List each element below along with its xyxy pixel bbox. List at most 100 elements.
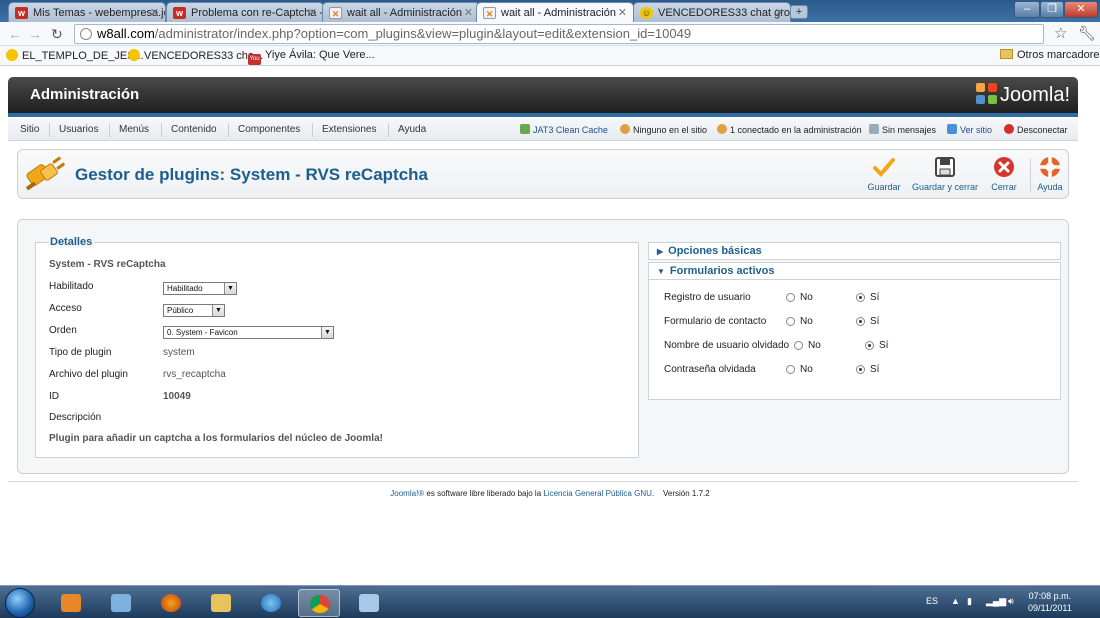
radio-yes-label: Sí (870, 292, 880, 303)
view-site-link[interactable]: Ver sitio (947, 124, 992, 135)
cache-icon (520, 124, 530, 134)
close-window-button[interactable]: ✕ (1064, 1, 1098, 18)
tab-title: wait all - Administración (501, 7, 616, 19)
jat3-clean-cache-link[interactable]: JAT3 Clean Cache (520, 124, 608, 135)
messages-status[interactable]: Sin mensajes (869, 124, 936, 135)
plugin-type-value: system (163, 347, 195, 358)
back-icon[interactable]: ← (8, 26, 22, 42)
basic-options-toggle[interactable]: ▶ Opciones básicas (648, 242, 1061, 260)
close-icon[interactable]: ✕ (150, 6, 159, 19)
close-icon[interactable]: ✕ (775, 6, 784, 19)
users-icon (620, 124, 630, 134)
logout-link[interactable]: Desconectar (1004, 124, 1068, 135)
joomla-link[interactable]: Joomla!® (390, 489, 424, 498)
menu-contenido[interactable]: Contenido (171, 124, 217, 135)
admin-users-status: 1 conectado en la administración (717, 124, 862, 135)
signal-icon[interactable]: ▂▄▆ (986, 596, 1006, 607)
active-forms-toggle[interactable]: ▼ Formularios activos (648, 262, 1061, 280)
taskbar-chrome[interactable] (298, 589, 340, 617)
option-label: Nombre de usuario olvidado (664, 340, 790, 351)
network-icon[interactable]: ▮ (967, 596, 972, 607)
radio-no[interactable] (786, 317, 795, 326)
browser-tab[interactable]: ☺ VENCEDORES33 chat group ✕ (633, 2, 791, 22)
new-tab-button[interactable]: + (790, 5, 808, 19)
order-label: Orden (49, 325, 77, 336)
taskbar-internet-explorer[interactable] (250, 589, 292, 617)
joomla-admin-page: Administración Joomla! Sitio Usuarios Me… (0, 67, 1100, 585)
access-select[interactable]: Público ▼ (163, 304, 225, 317)
start-button[interactable] (5, 588, 35, 618)
url-input[interactable]: w8all.com/administrator/index.php?option… (74, 24, 1044, 44)
plugin-toolbar: Gestor de plugins: System - RVS reCaptch… (17, 149, 1069, 199)
show-hidden-icons[interactable]: ▲ (951, 596, 960, 606)
reload-icon[interactable]: ↻ (51, 26, 63, 43)
taskbar-explorer[interactable] (200, 589, 242, 617)
order-select[interactable]: 0. System - Favicon ▼ (163, 326, 334, 339)
menu-usuarios[interactable]: Usuarios (59, 124, 98, 135)
close-icon[interactable]: ✕ (464, 6, 473, 19)
clock[interactable]: 07:08 p.m. 09/11/2011 (1028, 590, 1072, 614)
close-button[interactable]: Cerrar (986, 156, 1022, 192)
bookmark-item[interactable]: VENCEDORES33 cha... (128, 49, 263, 62)
power-icon (1004, 124, 1014, 134)
triangle-right-icon: ▶ (657, 247, 664, 256)
minimize-button[interactable]: – (1014, 1, 1040, 18)
radio-yes[interactable] (865, 341, 874, 350)
page-title: Gestor de plugins: System - RVS reCaptch… (75, 165, 428, 184)
radio-yes[interactable] (856, 293, 865, 302)
help-button[interactable]: Ayuda (1034, 156, 1066, 192)
maximize-button[interactable]: ❐ (1040, 1, 1064, 18)
address-toolbar: ← → ↻ w8all.com/administrator/index.php?… (0, 22, 1100, 46)
bookmark-star-icon[interactable]: ☆ (1054, 24, 1067, 42)
browser-tab[interactable]: w Mis Temas - webempresa.jc ✕ (8, 2, 166, 22)
bookmarks-bar: EL_TEMPLO_DE_JES... VENCEDORES33 cha... … (0, 46, 1100, 66)
header-title: Administración (30, 86, 140, 103)
plugin-edit-form: Detalles System - RVS reCaptcha Habilita… (17, 219, 1069, 474)
joomla-favicon-icon: ✕ (483, 7, 496, 19)
license-link[interactable]: Licencia General Pública GNU (543, 489, 652, 498)
youtube-icon: You (248, 54, 261, 65)
wrench-icon[interactable]: 🔧︎ (1078, 25, 1096, 42)
radio-yes-label: Sí (870, 364, 880, 375)
close-icon[interactable]: ✕ (308, 6, 317, 19)
menu-componentes[interactable]: Componentes (238, 124, 300, 135)
menu-ayuda[interactable]: Ayuda (398, 124, 426, 135)
taskbar-firefox[interactable] (150, 589, 192, 617)
radio-yes[interactable] (856, 317, 865, 326)
radio-no-label: No (800, 292, 813, 303)
save-close-button[interactable]: Guardar y cerrar (910, 156, 980, 192)
taskbar-folders[interactable] (100, 589, 142, 617)
media-player-icon (61, 594, 81, 612)
language-indicator[interactable]: ES (926, 596, 938, 606)
menu-sitio[interactable]: Sitio (20, 124, 39, 135)
radio-no[interactable] (786, 365, 795, 374)
volume-icon[interactable]: 🔊︎ (1008, 596, 1014, 607)
radio-no[interactable] (786, 293, 795, 302)
radio-no[interactable] (794, 341, 803, 350)
forward-icon[interactable]: → (28, 26, 42, 42)
browser-tab[interactable]: w Problema con re-Captcha - ✕ (166, 2, 324, 22)
plugin-file-value: rvs_recaptcha (163, 369, 226, 380)
plugin-type-label: Tipo de plugin (49, 347, 112, 358)
browser-tab[interactable]: ✕ wait all - Administración ✕ (322, 2, 480, 22)
bookmark-item[interactable]: EL_TEMPLO_DE_JES... (6, 49, 144, 62)
other-bookmarks[interactable]: Otros marcadores (1000, 49, 1100, 61)
radio-yes-label: Sí (870, 316, 880, 327)
tab-title: Mis Temas - webempresa.jc (33, 7, 166, 19)
radio-yes[interactable] (856, 365, 865, 374)
smiley-icon (6, 49, 18, 61)
menu-divider (388, 123, 389, 137)
browser-tab-active[interactable]: ✕ wait all - Administración ✕ (476, 2, 634, 23)
triangle-down-icon: ▼ (657, 267, 665, 276)
radio-yes-label: Sí (879, 340, 889, 351)
menu-menus[interactable]: Menús (119, 124, 149, 135)
checkmark-icon (873, 158, 895, 177)
option-label: Contraseña olvidada (664, 364, 756, 375)
bookmark-item[interactable]: You Yiye Ávila: Que Vere... (248, 49, 375, 65)
taskbar-paint[interactable] (348, 589, 390, 617)
save-button[interactable]: Guardar (864, 156, 904, 192)
menu-extensiones[interactable]: Extensiones (322, 124, 376, 135)
taskbar-media-player[interactable] (50, 589, 92, 617)
enabled-select[interactable]: Habilitado ▼ (163, 282, 237, 295)
close-icon[interactable]: ✕ (618, 6, 627, 19)
